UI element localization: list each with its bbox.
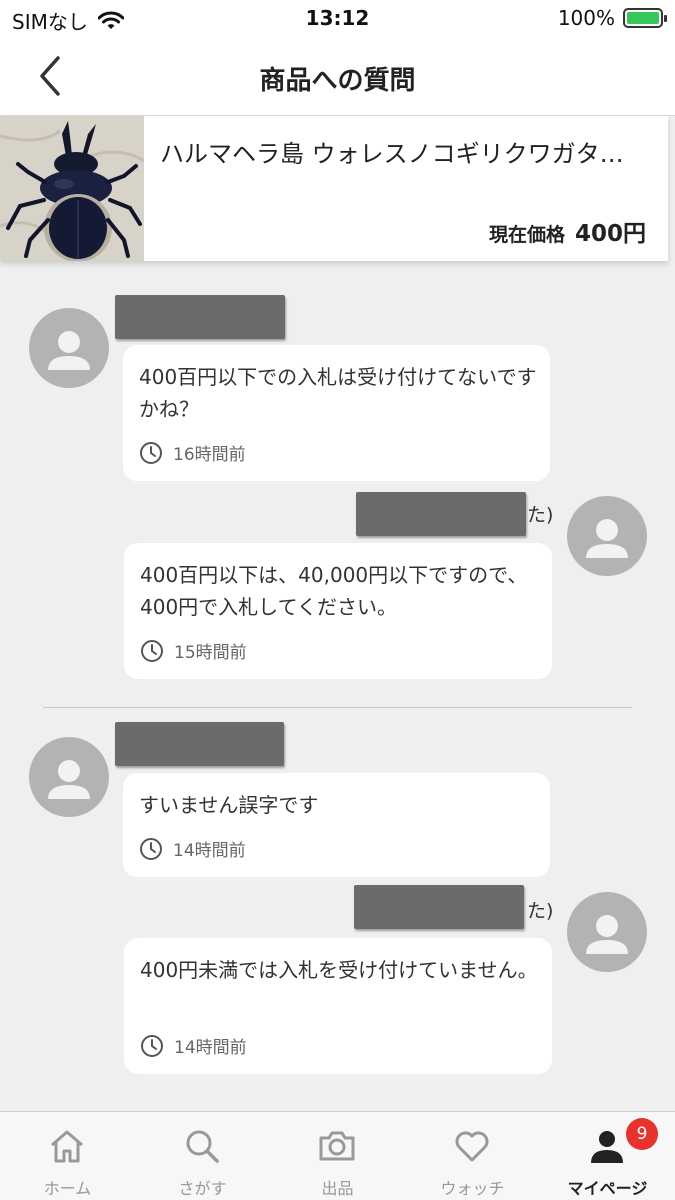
person-icon <box>591 1131 623 1163</box>
questioner-avatar[interactable] <box>29 737 109 817</box>
masked-username <box>354 885 524 929</box>
product-image <box>0 116 144 261</box>
seller-avatar[interactable] <box>567 496 647 576</box>
status-bar: SIMなし 13:12 100% <box>0 0 675 40</box>
questioner-avatar[interactable] <box>29 308 109 388</box>
timestamp-text: 14時間前 <box>174 1038 247 1058</box>
thread-divider <box>43 707 632 708</box>
battery-level-fill <box>627 12 659 24</box>
masked-username <box>115 295 285 339</box>
message-timestamp: 16時間前 <box>139 440 246 465</box>
tab-label: マイページ <box>567 1179 648 1198</box>
message-timestamp: 14時間前 <box>140 1033 247 1058</box>
page-title: 商品への質問 <box>259 66 416 96</box>
tab-sell[interactable]: 出品 <box>270 1112 405 1200</box>
current-price: 現在価格 400円 <box>489 214 646 248</box>
masked-username <box>356 492 526 536</box>
message-bubble: 400百円以下は、40,000円以下ですので、400円で入札してください。 15… <box>124 543 552 679</box>
message-timestamp: 14時間前 <box>139 836 246 861</box>
username-suffix: た) <box>527 900 554 922</box>
camera-icon <box>319 1131 355 1161</box>
person-icon <box>48 331 90 370</box>
price-value: 400円 <box>574 221 646 247</box>
message-bubble: 400円未満では入札を受け付けていません。 14時間前 <box>124 938 552 1074</box>
battery-icon <box>623 8 667 28</box>
clock-icon <box>141 639 163 662</box>
tab-home[interactable]: ホーム <box>0 1112 135 1200</box>
seller-avatar[interactable] <box>567 892 647 972</box>
tab-search[interactable]: さがす <box>135 1112 270 1200</box>
message-bubble: 400百円以下での入札は受け付けてないですかね？ 16時間前 <box>123 345 550 481</box>
battery-status: 100% <box>557 6 667 30</box>
tab-watch[interactable]: ウォッチ <box>405 1112 540 1200</box>
tab-label: ホーム <box>43 1179 92 1198</box>
home-icon <box>51 1130 83 1163</box>
product-name: ハルマヘラ島 ウォレスノコギリクワガタ… <box>160 140 624 168</box>
clock-icon <box>140 837 162 860</box>
product-card[interactable]: ハルマヘラ島 ウォレスノコギリクワガタ… 現在価格 400円 <box>0 116 668 261</box>
clock-icon <box>140 441 162 464</box>
tab-label: 出品 <box>321 1179 354 1198</box>
tab-bar: ホーム さがす 出品 ウォッチ 9 マイページ <box>0 1111 675 1200</box>
masked-username <box>115 722 284 766</box>
message-text: すいません誤字です <box>139 793 319 817</box>
message-timestamp: 15時間前 <box>140 638 247 663</box>
tab-mypage[interactable]: 9 マイページ <box>540 1112 675 1200</box>
navigation-bar: 商品への質問 <box>0 40 675 116</box>
timestamp-text: 16時間前 <box>173 445 246 465</box>
heart-icon <box>455 1131 489 1162</box>
person-icon <box>586 519 628 558</box>
timestamp-text: 15時間前 <box>174 643 247 663</box>
message-text: 400百円以下は、40,000円以下ですので、400円で入札してください。 <box>140 563 528 619</box>
message-text: 400円未満では入札を受け付けていません。 <box>140 958 538 982</box>
beetle-photo <box>0 116 144 261</box>
person-icon <box>48 760 90 799</box>
clock-icon <box>141 1034 163 1057</box>
username-suffix: た) <box>527 504 554 526</box>
message-text: 400百円以下での入札は受け付けてないですかね？ <box>139 365 537 421</box>
person-icon <box>586 915 628 954</box>
tab-label: ウォッチ <box>440 1179 505 1198</box>
price-label: 現在価格 <box>488 224 565 246</box>
tab-label: さがす <box>178 1179 227 1198</box>
search-icon <box>186 1130 219 1163</box>
notification-badge: 9 <box>626 1118 658 1150</box>
timestamp-text: 14時間前 <box>173 841 246 861</box>
battery-percent: 100% <box>557 6 615 30</box>
message-bubble: すいません誤字です 14時間前 <box>123 773 550 877</box>
